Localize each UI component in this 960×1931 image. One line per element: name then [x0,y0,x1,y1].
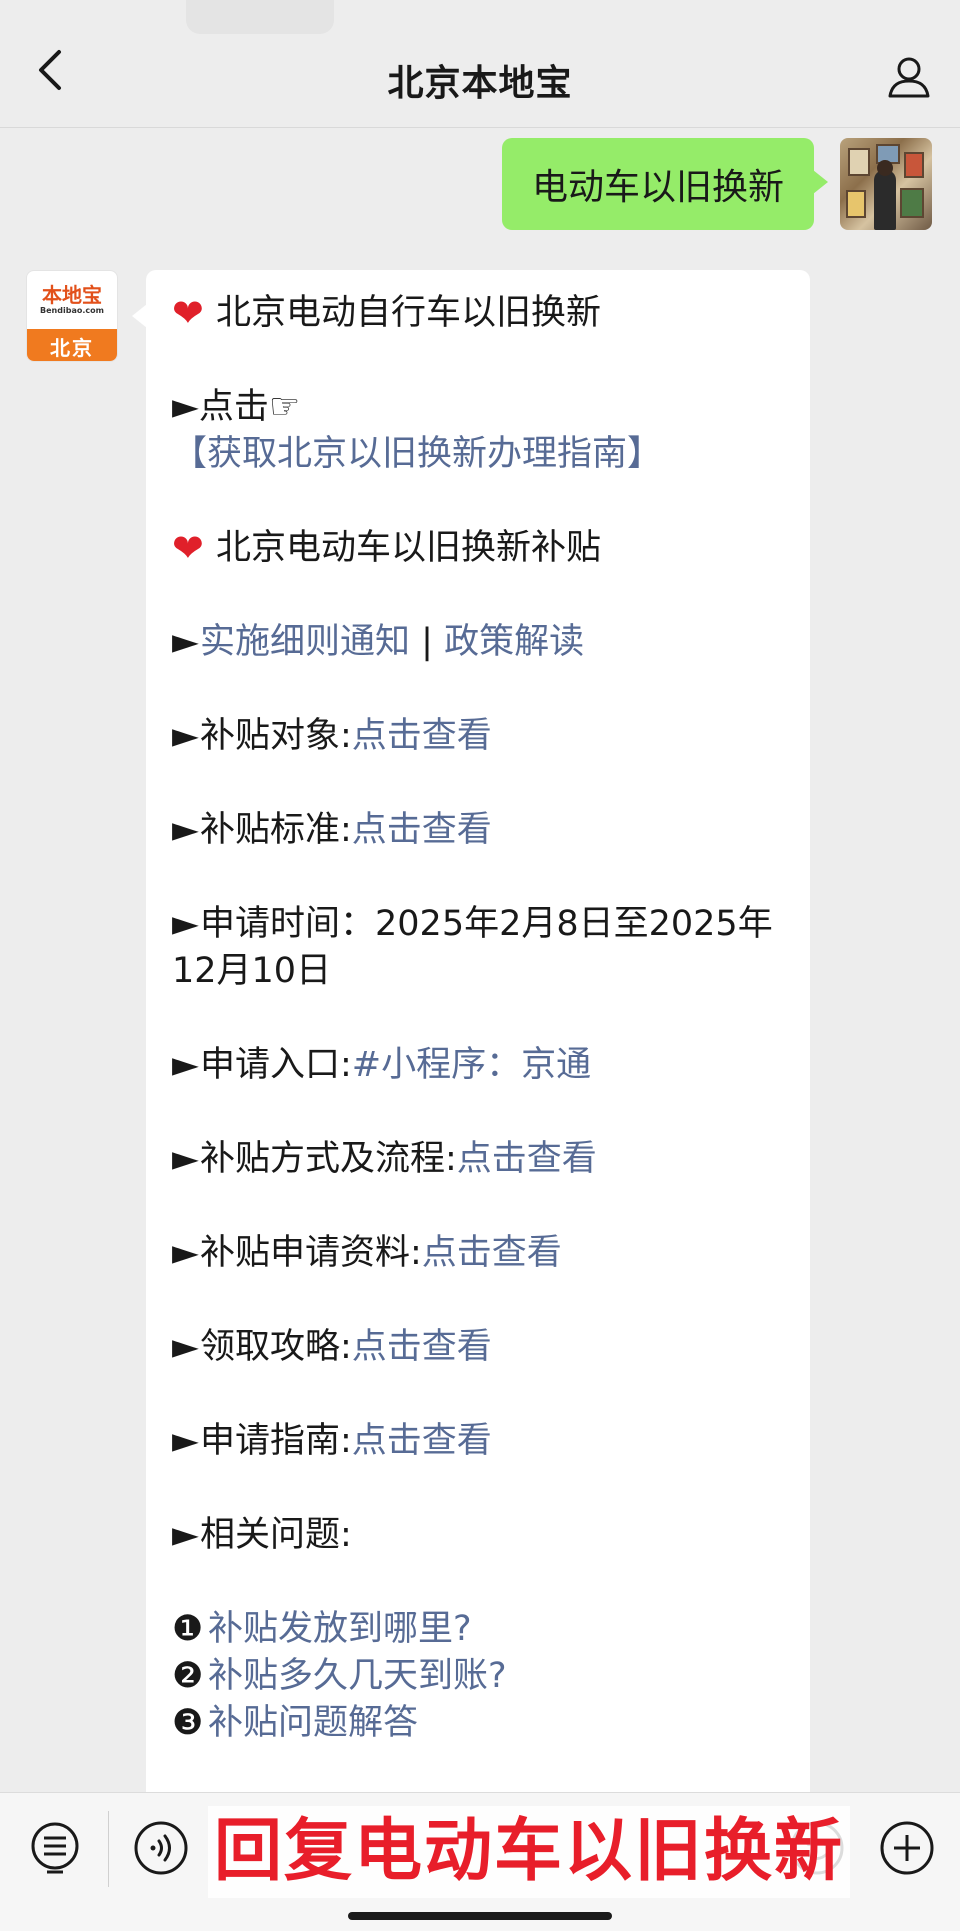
application-guide-row: ►申请指南:点击查看 [172,1421,492,1461]
official-account-avatar[interactable]: 本地宝 Bendibao.com 北京 [26,270,118,362]
home-indicator [348,1912,612,1920]
faq-link-2[interactable]: 补贴多久几天到账? [208,1656,507,1696]
application-guide-link[interactable]: 点击查看 [352,1421,492,1461]
voice-icon [134,1821,188,1875]
brand-name: 本地宝 [42,283,102,307]
voice-button[interactable] [130,1817,192,1879]
outgoing-message-row: 电动车以旧换新 [501,138,932,232]
faq-item: ❶ 补贴发放到哪里? [172,1609,472,1649]
guide-row: ►点击☞【获取北京以旧换新办理指南】 [172,387,663,474]
subsidy-process-row: ►补贴方式及流程:点击查看 [172,1139,597,1179]
policy-notice-link[interactable]: 实施细则通知 [200,622,410,662]
plus-icon [880,1821,934,1875]
related-questions-row: ►相关问题: [172,1515,352,1555]
caption-overlay: 回复电动车以旧换新 [208,1806,851,1898]
claim-strategy-row: ►领取攻略:点击查看 [172,1327,492,1367]
brand-city: 北京 [27,329,117,361]
divider [108,1811,109,1887]
guide-link[interactable]: 【获取北京以旧换新办理指南】 [172,434,662,474]
profile-button[interactable] [884,52,934,102]
subsidy-standard-link[interactable]: 点击查看 [352,810,492,850]
faq-link-1[interactable]: 补贴发放到哪里? [208,1609,472,1649]
subsidy-standard-row: ►补贴标准:点击查看 [172,810,492,850]
application-materials-row: ►补贴申请资料:点击查看 [172,1233,562,1273]
heading-bike-trade-in: ❤ 北京电动自行车以旧换新 [172,291,602,335]
heart-icon: ❤ [172,291,204,335]
application-entry-link[interactable]: #小程序：京通 [352,1045,591,1085]
faq-link-3[interactable]: 补贴问题解答 [208,1703,418,1743]
subsidy-target-row: ►补贴对象:点击查看 [172,716,492,756]
subsidy-target-link[interactable]: 点击查看 [352,716,492,756]
plus-button[interactable] [876,1817,938,1879]
menu-icon [31,1822,79,1874]
page-title: 北京本地宝 [387,63,573,104]
claim-strategy-link[interactable]: 点击查看 [352,1327,492,1367]
user-avatar[interactable] [840,138,932,230]
brand-url: Bendibao.com [40,306,104,315]
faq-item: ❷ 补贴多久几天到账? [172,1656,507,1696]
policy-interpretation-link[interactable]: 政策解读 [444,622,584,662]
outgoing-message-bubble[interactable]: 电动车以旧换新 [501,138,829,230]
application-materials-link[interactable]: 点击查看 [422,1233,562,1273]
application-time-row: ►申请时间：2025年2月8日至2025年12月10日 [172,904,773,991]
brand-logo: 本地宝 Bendibao.com [27,271,117,329]
application-entry-row: ►申请入口:#小程序：京通 [172,1045,592,1085]
status-area [186,0,334,34]
top-navigation-bar: 北京本地宝 [0,0,960,128]
incoming-message-bubble: ❤ 北京电动自行车以旧换新 ►点击☞【获取北京以旧换新办理指南】 ❤ 北京电动车以旧… [132,270,810,1810]
policy-row: ►实施细则通知 | 政策解读 [172,622,585,662]
menu-button[interactable] [24,1817,86,1879]
chat-screen: 北京本地宝 电动车以旧换新 本地宝 Bendibao.com 北京 ❤ 北京电动自… [0,0,960,1931]
subsidy-process-link[interactable]: 点击查看 [457,1139,597,1179]
heart-icon: ❤ [172,526,204,570]
heading-subsidy: ❤ 北京电动车以旧换新补贴 [172,526,602,570]
outgoing-message-text: 电动车以旧换新 [531,167,784,208]
profile-icon [888,57,930,98]
faq-item: ❸ 补贴问题解答 [172,1703,419,1743]
